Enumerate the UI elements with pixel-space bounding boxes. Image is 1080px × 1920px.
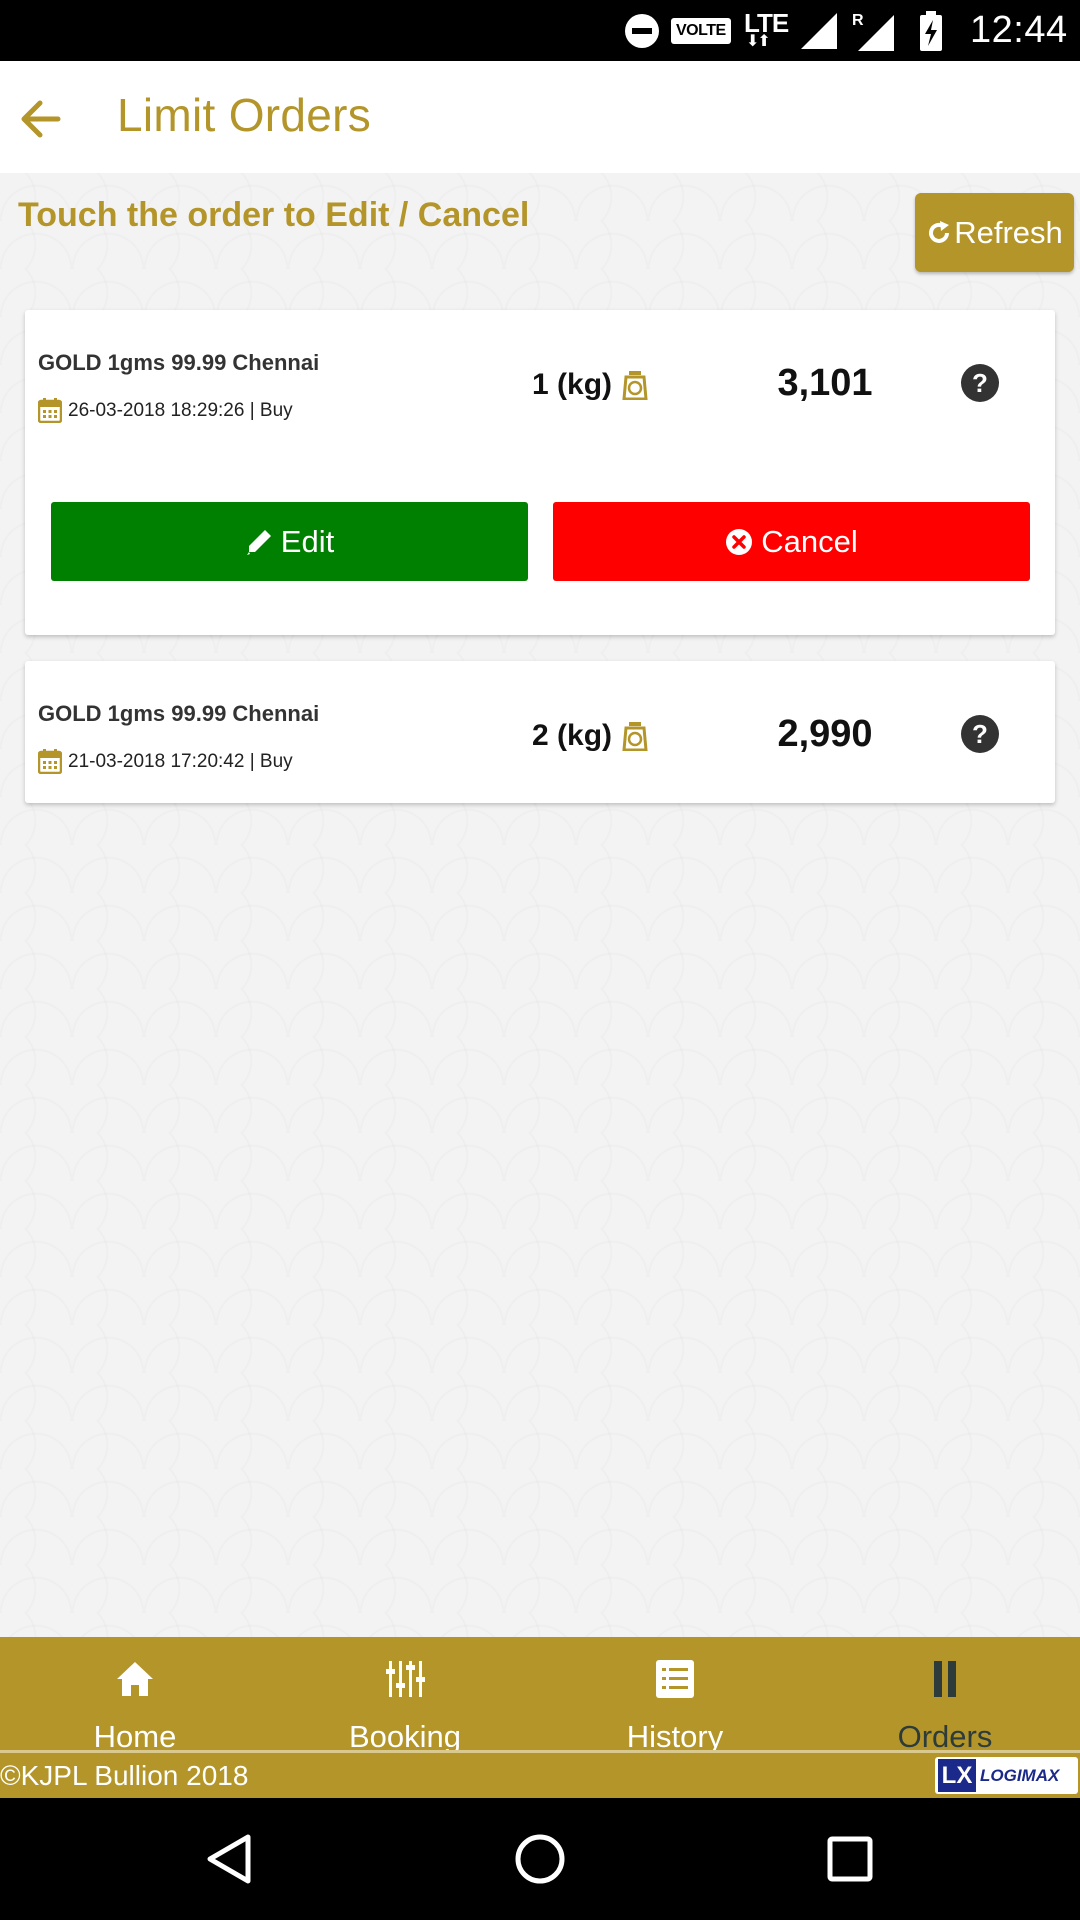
order-meta: 21-03-2018 17:20:42 | Buy [38, 749, 293, 774]
sliders-icon [386, 1661, 425, 1697]
edit-order-button[interactable]: Edit [51, 502, 528, 581]
home-circle-icon[interactable] [512, 1831, 568, 1887]
calendar-icon [38, 749, 62, 774]
nav-item-history[interactable]: History [540, 1637, 810, 1754]
order-quantity-value: 1 (kg) [532, 368, 613, 401]
weight-scale-icon [622, 371, 648, 400]
order-card[interactable]: GOLD 1gms 99.99 Chennai 21-03-2018 17:20… [25, 661, 1055, 803]
copyright-text: ©KJPL Bullion 2018 [0, 1760, 249, 1791]
cancel-label: Cancel [761, 523, 858, 559]
clock: 12:44 [970, 9, 1068, 51]
footer: ©KJPL Bullion 2018 LX LOGIMAX [0, 1753, 1080, 1798]
logo-mark: LX [938, 1759, 976, 1792]
back-triangle-icon[interactable] [202, 1831, 258, 1887]
back-arrow-icon[interactable] [18, 97, 62, 141]
order-date-type: 26-03-2018 18:29:26 | Buy [68, 399, 293, 421]
refresh-icon [929, 220, 950, 243]
nav-item-booking[interactable]: Booking [270, 1637, 540, 1754]
volte-label: VOLTE [671, 17, 731, 44]
battery-icon [918, 0, 944, 61]
app-bar: Limit Orders [0, 61, 1080, 173]
volte-indicator: VOLTE [671, 0, 731, 61]
order-quantity-value: 2 (kg) [532, 719, 613, 752]
order-product-name: GOLD 1gms 99.99 Chennai [38, 350, 320, 375]
logo-text: LOGIMAX [980, 1765, 1060, 1785]
pause-icon [934, 1661, 956, 1697]
pencil-icon [246, 529, 271, 555]
recent-apps-icon[interactable] [822, 1831, 878, 1887]
signal-icon [799, 0, 839, 61]
roaming-signal-icon: R [852, 0, 896, 61]
refresh-button[interactable]: Refresh [915, 193, 1074, 272]
close-circle-icon [726, 528, 753, 555]
roaming-label: R [852, 12, 864, 29]
order-price: 3,101 [777, 362, 873, 404]
refresh-label: Refresh [954, 214, 1063, 250]
help-icon[interactable]: ? [961, 715, 999, 753]
order-date-type: 21-03-2018 17:20:42 | Buy [68, 750, 293, 772]
list-icon [656, 1660, 694, 1698]
weight-scale-icon [622, 722, 648, 751]
help-icon[interactable]: ? [961, 364, 999, 402]
home-icon [117, 1662, 153, 1696]
bottom-navigation: Home Booking History Orders [0, 1637, 1080, 1754]
lte-indicator: LTE ⬇⬆ [742, 0, 792, 61]
page-title: Limit Orders [117, 89, 372, 141]
edit-label: Edit [280, 523, 335, 559]
order-meta: 26-03-2018 18:29:26 | Buy [38, 398, 293, 423]
order-quantity: 2 (kg) [532, 719, 648, 753]
order-price: 2,990 [777, 713, 873, 755]
status-bar: VOLTE LTE ⬇⬆ R 12:44 [0, 0, 1080, 61]
order-product-name: GOLD 1gms 99.99 Chennai [38, 701, 320, 726]
nav-item-orders[interactable]: Orders [810, 1637, 1080, 1754]
nav-item-home[interactable]: Home [0, 1637, 270, 1754]
cancel-order-button[interactable]: Cancel [553, 502, 1030, 581]
calendar-icon [38, 398, 62, 423]
logimax-logo: LX LOGIMAX [935, 1757, 1078, 1794]
data-activity-icon: ⬇⬆ [746, 33, 771, 50]
instruction-text: Touch the order to Edit / Cancel [18, 196, 530, 234]
order-card[interactable]: GOLD 1gms 99.99 Chennai 26-03-2018 18:29… [25, 310, 1055, 635]
order-quantity: 1 (kg) [532, 368, 648, 402]
system-navigation-bar [0, 1798, 1080, 1920]
do-not-disturb-icon [624, 0, 660, 61]
